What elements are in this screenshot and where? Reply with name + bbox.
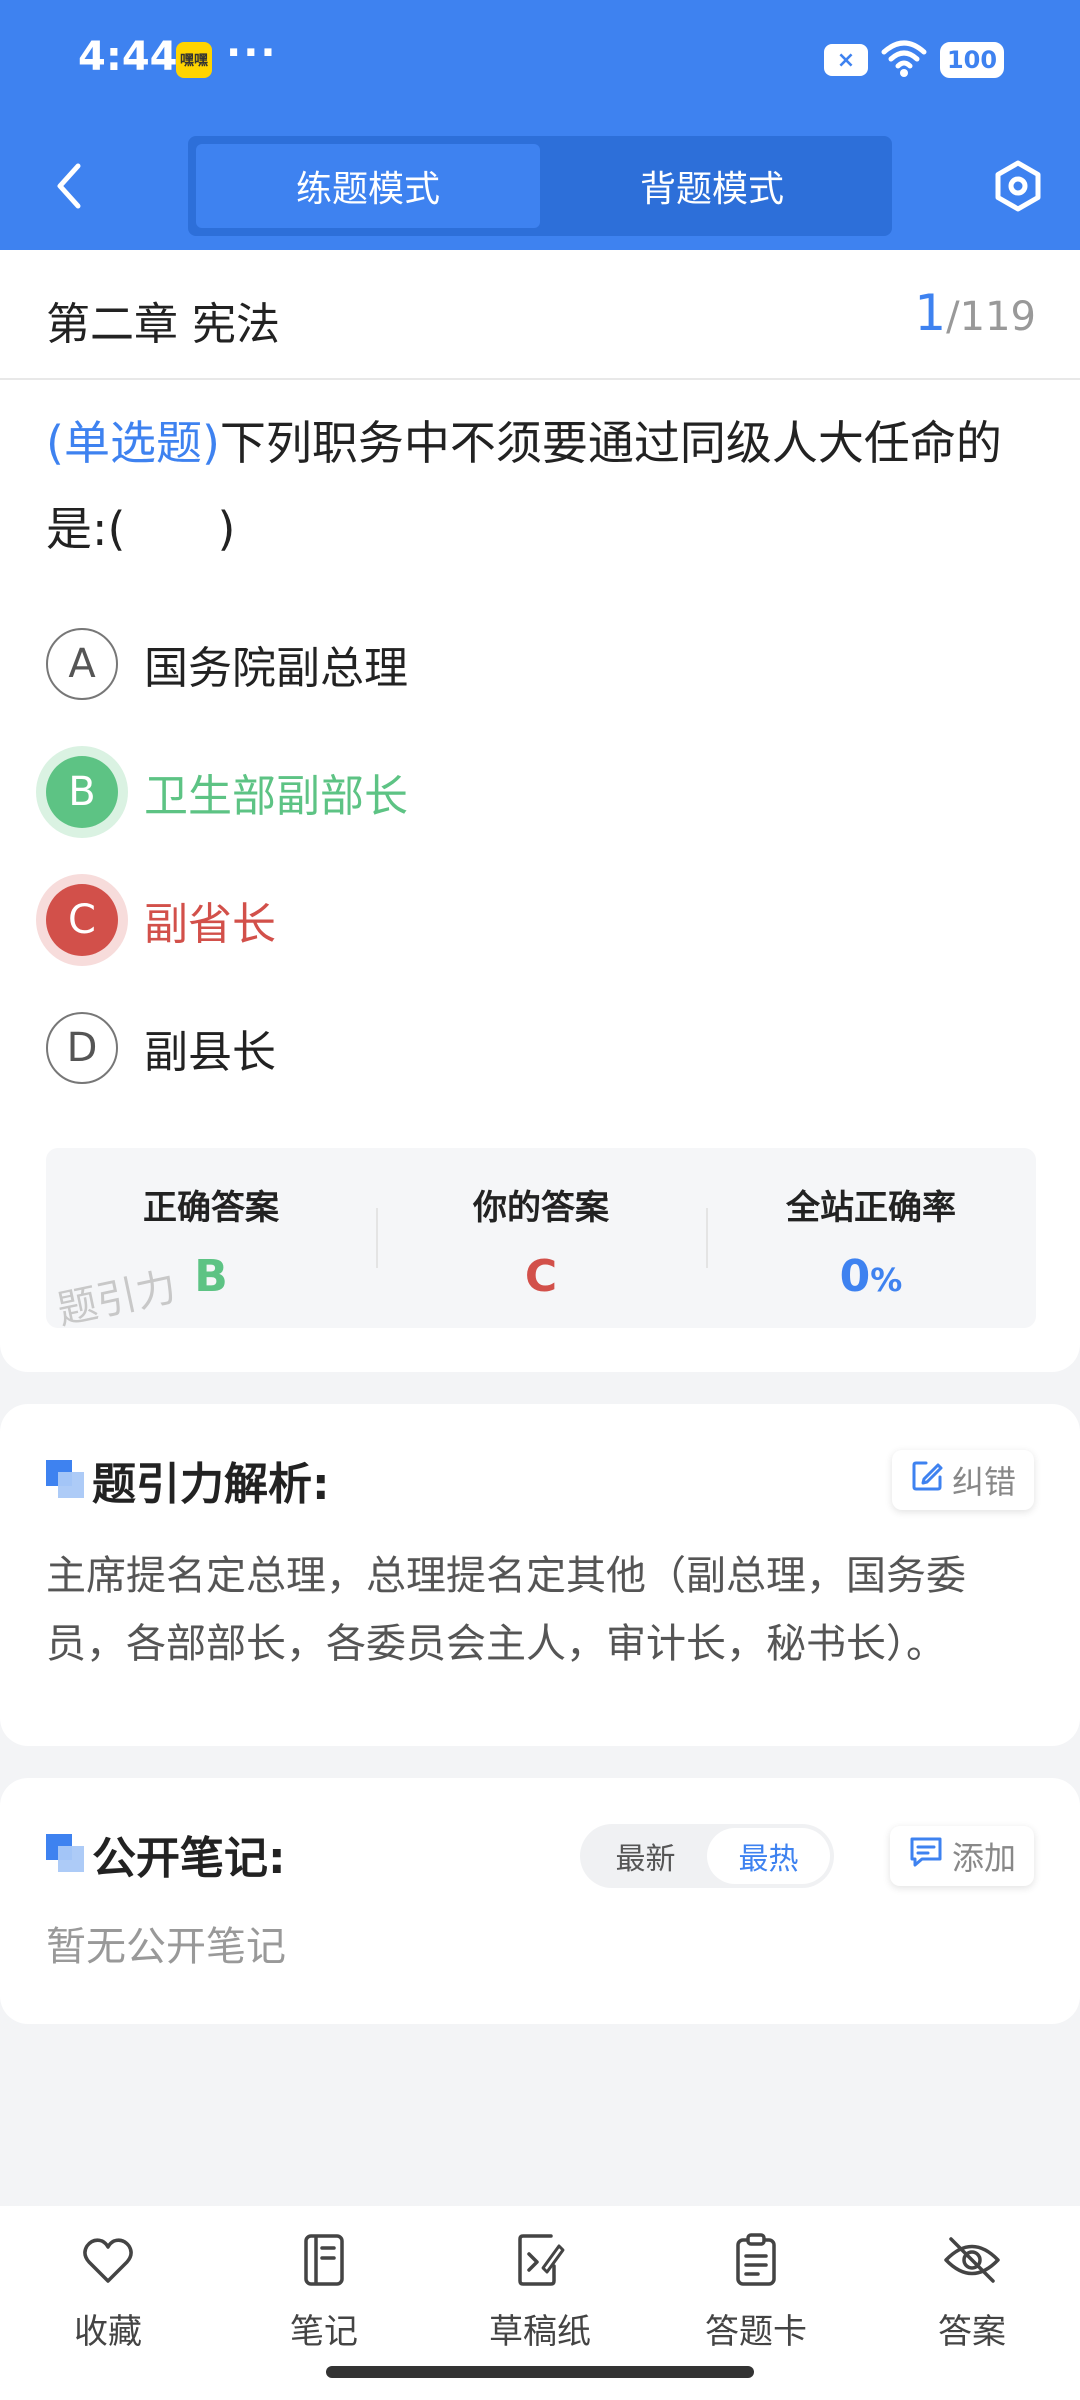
answer-summary: 正确答案 B 题引力 你的答案 C 全站正确率 0% (46, 1148, 1036, 1328)
chapter-row: 第二章 宪法 1/119 (0, 250, 1080, 380)
tab-practice-mode[interactable]: 练题模式 (196, 144, 540, 228)
option-a[interactable]: A 国务院副总理 (46, 624, 1006, 704)
status-icons: × 100 (824, 38, 1004, 82)
mode-switch: 练题模式 背题模式 (188, 136, 892, 236)
nav-bar: 练题模式 背题模式 (0, 136, 1080, 236)
add-note-label: 添加 (951, 1839, 1016, 1877)
option-letter: D (46, 1012, 118, 1084)
question-progress[interactable]: 1/119 (914, 284, 1036, 342)
section-squares-icon (46, 1460, 86, 1500)
your-answer-value: C (524, 1251, 558, 1302)
accuracy-number: 0 (839, 1251, 871, 1302)
show-answer-tab[interactable]: 答案 (864, 2206, 1080, 2400)
correct-answer-label: 正确答案 (143, 1188, 279, 1228)
site-accuracy-label: 全站正确率 (786, 1188, 956, 1228)
option-d[interactable]: D 副县长 (46, 1008, 1006, 1088)
progress-separator: / (946, 294, 960, 340)
site-accuracy-value: 0% (840, 1251, 903, 1302)
report-error-label: 纠错 (951, 1463, 1016, 1501)
watermark: 题引力 (53, 1263, 181, 1328)
option-letter: C (46, 884, 118, 956)
question-text: (单选题)下列职务中不须要通过同级人大任命的是:( ) (46, 400, 1041, 572)
edit-icon (910, 1459, 944, 1501)
analysis-text: 主席提名定总理，总理提名定其他（副总理，国务委员，各部部长，各委员会主人，审计长… (46, 1553, 966, 1667)
status-bar: 4:44 嘿嘿 ··· × 100 (0, 0, 1080, 120)
option-letter: A (46, 628, 118, 700)
more-notifications-icon: ··· (226, 30, 278, 76)
app-notification-icon: 嘿嘿 (176, 42, 212, 78)
settings-icon[interactable] (988, 156, 1048, 216)
option-text: 国务院副总理 (144, 643, 408, 694)
option-c[interactable]: C 副省长 (46, 880, 1006, 960)
correct-answer-value: B (194, 1251, 228, 1302)
draft-label: 草稿纸 (489, 2312, 591, 2352)
app-header: 4:44 嘿嘿 ··· × 100 练题模式 背题模式 (0, 0, 1080, 250)
notes-sort-toggle: 最新 最热 (580, 1824, 834, 1888)
question-type: (单选题) (46, 416, 220, 470)
accuracy-unit: % (870, 1261, 903, 1299)
notes-label: 笔记 (290, 2312, 358, 2352)
sort-hot-button[interactable]: 最热 (707, 1828, 830, 1884)
total-questions: 119 (959, 294, 1036, 340)
section-squares-icon (46, 1834, 86, 1874)
tab-memorize-mode[interactable]: 背题模式 (540, 144, 884, 228)
your-answer: 你的答案 C (376, 1148, 706, 1328)
correct-answer: 正确答案 B 题引力 (46, 1148, 376, 1328)
wifi-icon (880, 38, 928, 82)
answer-sheet-label: 答题卡 (705, 2312, 807, 2352)
option-text: 副省长 (144, 899, 276, 950)
question-card: 第二章 宪法 1/119 (单选题)下列职务中不须要通过同级人大任命的是:( )… (0, 250, 1080, 1372)
notes-card: 公开笔记: 最新 最热 添加 暂无公开笔记 (0, 1778, 1080, 2024)
notes-title: 公开笔记: (92, 1833, 286, 1884)
show-answer-label: 答案 (938, 2312, 1006, 2352)
draft-icon (510, 2230, 570, 2290)
comment-icon (908, 1835, 944, 1877)
empty-notes-text: 暂无公开笔记 (46, 1924, 286, 1970)
home-indicator[interactable] (326, 2366, 754, 2378)
chapter-title: 第二章 宪法 (46, 299, 280, 350)
back-icon[interactable] (44, 158, 94, 214)
site-accuracy: 全站正确率 0% (706, 1148, 1036, 1328)
option-text: 副县长 (144, 1027, 276, 1078)
clipboard-icon (726, 2230, 786, 2290)
heart-icon (78, 2230, 138, 2290)
favorite-tab[interactable]: 收藏 (0, 2206, 216, 2400)
add-note-button[interactable]: 添加 (889, 1826, 1034, 1886)
analysis-card: 题引力解析: 纠错 主席提名定总理，总理提名定其他（副总理，国务委员，各部部长，… (0, 1404, 1080, 1746)
eye-off-icon (942, 2230, 1002, 2290)
no-sim-icon: × (824, 44, 868, 76)
your-answer-label: 你的答案 (473, 1188, 609, 1228)
sort-latest-button[interactable]: 最新 (584, 1828, 707, 1884)
notebook-icon (294, 2230, 354, 2290)
current-question-number: 1 (914, 284, 947, 342)
battery-icon: 100 (940, 42, 1004, 78)
report-error-button[interactable]: 纠错 (891, 1450, 1034, 1510)
option-letter: B (46, 756, 118, 828)
analysis-title: 题引力解析: (92, 1459, 330, 1510)
status-time: 4:44 (78, 34, 178, 80)
favorite-label: 收藏 (74, 2312, 142, 2352)
option-b[interactable]: B 卫生部副部长 (46, 752, 1006, 832)
option-text: 卫生部副部长 (144, 771, 408, 822)
